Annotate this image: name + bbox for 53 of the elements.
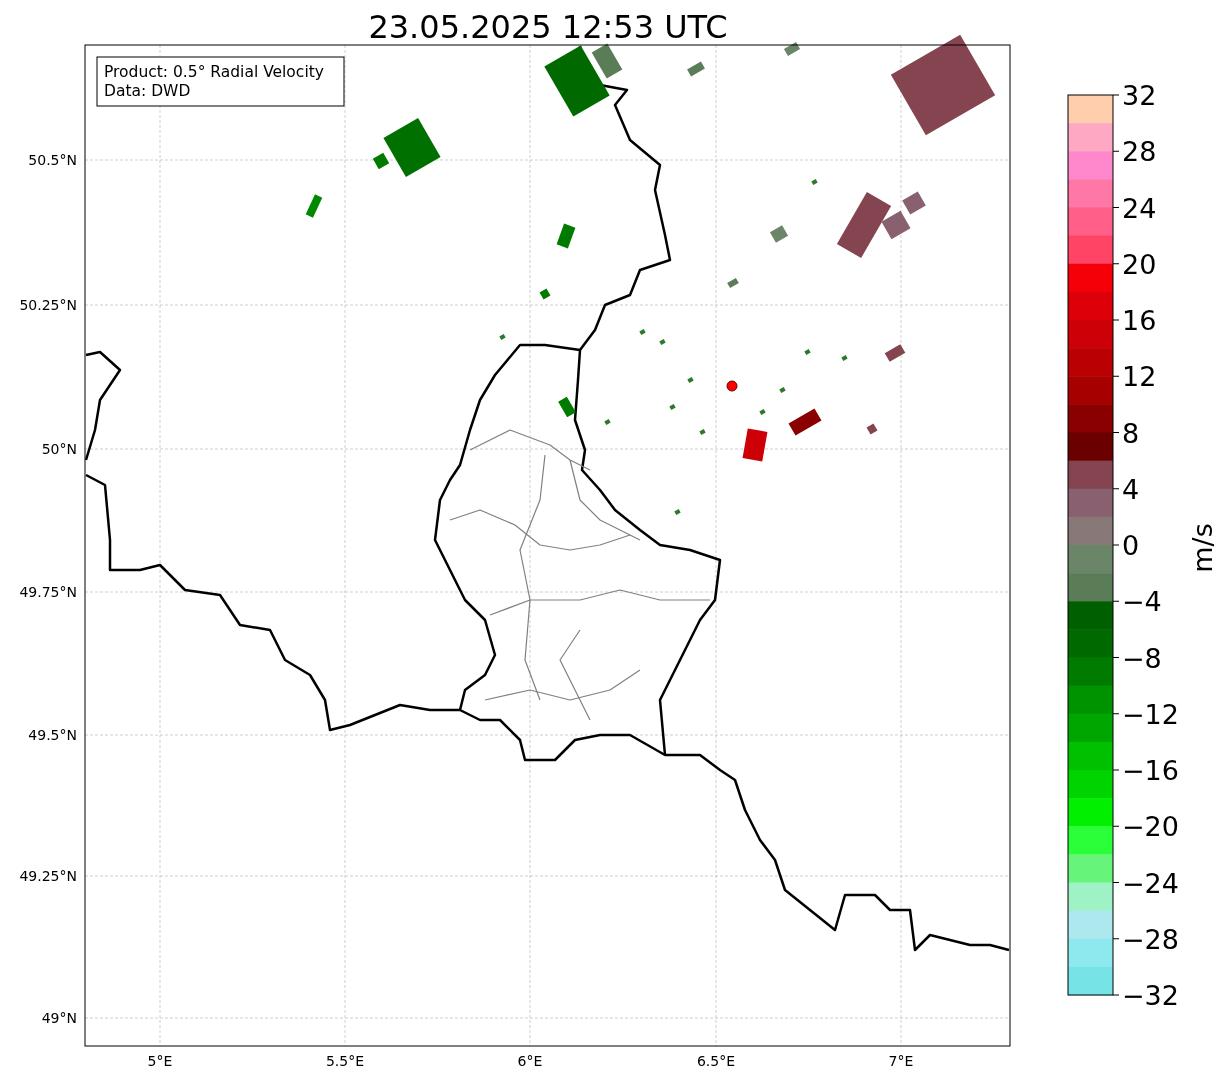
radar-echo bbox=[659, 339, 666, 345]
colorbar-tick-label: −4 bbox=[1122, 586, 1162, 618]
colorbar-tick-label: −28 bbox=[1122, 923, 1179, 955]
colorbar-tick-label: −12 bbox=[1122, 698, 1179, 730]
colorbar-tick-label: −20 bbox=[1122, 811, 1179, 843]
x-tick-label: 5.5°E bbox=[325, 1053, 365, 1069]
colorbar-tick-label: 4 bbox=[1122, 473, 1140, 505]
colorbar-tick-label: 32 bbox=[1122, 80, 1157, 111]
info-text: Data: DWD bbox=[104, 82, 191, 100]
colorbar-tick-label: −24 bbox=[1122, 867, 1179, 899]
radar-echo bbox=[759, 409, 766, 415]
colorbar-tick-label: 28 bbox=[1122, 136, 1157, 168]
colorbar-tick-label: 20 bbox=[1122, 248, 1157, 280]
colorbar-tick-label: 24 bbox=[1122, 192, 1157, 224]
radar-echo bbox=[539, 288, 551, 300]
colorbar-tick-label: −32 bbox=[1122, 980, 1179, 1011]
colorbar-label: m/s bbox=[1187, 523, 1218, 573]
radar-echo bbox=[742, 428, 768, 462]
colorbar-tick-label: 16 bbox=[1122, 305, 1157, 336]
x-tick-label: 6°E bbox=[517, 1053, 543, 1069]
radar-echo bbox=[699, 429, 706, 435]
x-tick-label: 7°E bbox=[888, 1053, 914, 1069]
radar-echo bbox=[669, 404, 676, 410]
radar-echo bbox=[783, 42, 801, 56]
x-tick-label: 6.5°E bbox=[696, 1053, 736, 1069]
y-tick-label: 50.5°N bbox=[28, 152, 77, 168]
radar-echo bbox=[727, 277, 739, 289]
colorbar-tick-label: 12 bbox=[1122, 361, 1157, 393]
y-tick-label: 50°N bbox=[41, 441, 77, 457]
radar-echo bbox=[841, 355, 848, 361]
radar-echo bbox=[674, 509, 681, 515]
radar-echo bbox=[499, 334, 506, 340]
y-tick-label: 49°N bbox=[41, 1010, 77, 1026]
radar-station-marker bbox=[726, 380, 738, 392]
y-tick-label: 49.5°N bbox=[28, 727, 77, 743]
radar-echo bbox=[687, 377, 694, 383]
radar-echo bbox=[604, 419, 611, 425]
y-tick-label: 49.75°N bbox=[19, 584, 77, 600]
chart-title: 23.05.2025 12:53 UTC bbox=[368, 8, 728, 46]
radar-echo bbox=[804, 349, 811, 355]
x-tick-label: 5°E bbox=[147, 1053, 173, 1069]
colorbar-tick-label: −16 bbox=[1122, 755, 1179, 786]
colorbar-tick-label: 0 bbox=[1122, 530, 1140, 561]
y-tick-label: 50.25°N bbox=[19, 297, 77, 313]
radar-echo bbox=[639, 329, 646, 335]
colorbar-tick-label: −8 bbox=[1122, 642, 1162, 674]
radar-echo bbox=[866, 423, 878, 435]
info-text: Product: 0.5° Radial Velocity bbox=[104, 63, 324, 81]
radar-echo bbox=[811, 179, 818, 185]
colorbar-tick-label: 8 bbox=[1122, 417, 1140, 449]
radar-echo bbox=[558, 396, 576, 418]
radar-echo bbox=[779, 387, 786, 393]
y-tick-label: 49.25°N bbox=[19, 868, 77, 884]
